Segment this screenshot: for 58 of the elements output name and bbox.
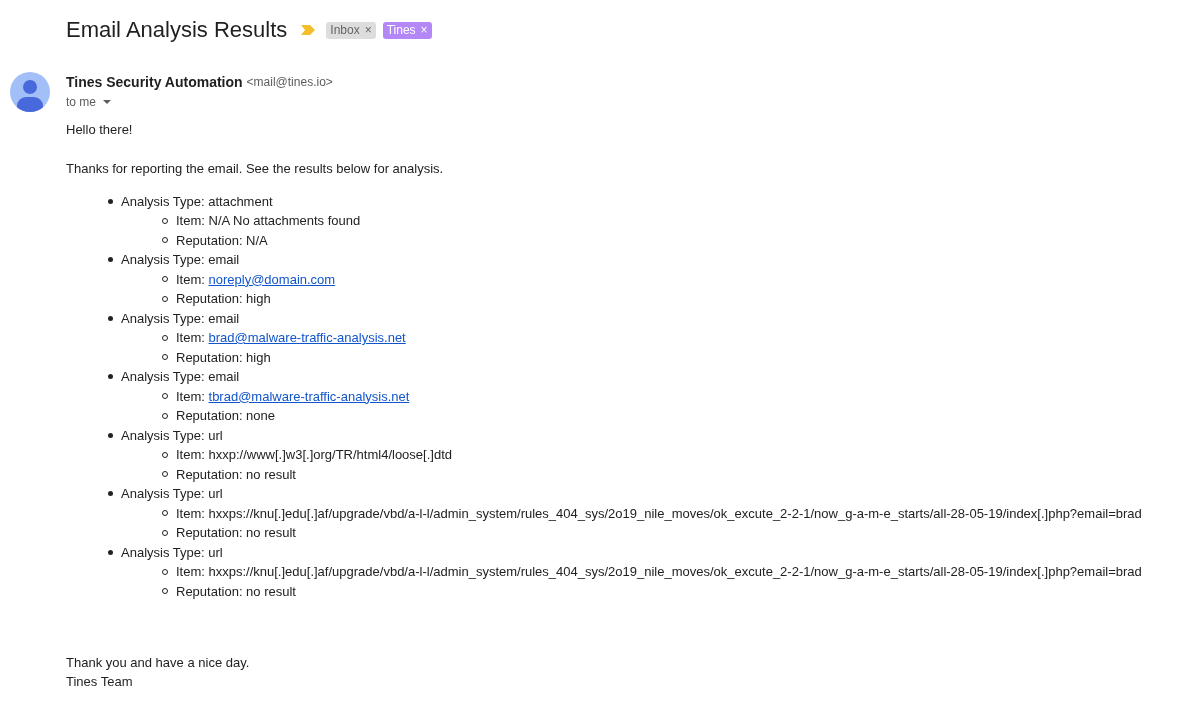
- list-item-text: Analysis Type: url: [121, 426, 223, 445]
- list-item-text: Item: noreply@domain.com: [176, 270, 336, 289]
- list-item-text: Reputation: no result: [176, 465, 296, 484]
- bullet-icon: [108, 198, 113, 204]
- list-item-text: Analysis Type: email: [121, 251, 240, 269]
- list-item-text: Analysis Type: url: [121, 485, 223, 503]
- ring-bullet-icon: [162, 295, 168, 302]
- label-text: Tines: [386, 21, 416, 39]
- email-link[interactable]: brad@malware-traffic-analysis.net: [208, 330, 406, 345]
- ring-bullet-icon: [162, 451, 168, 458]
- email-link[interactable]: noreply@domain.com: [208, 271, 336, 287]
- ring-bullet-icon: [162, 237, 168, 244]
- list-item-text: Item: hxxps://knu[.]edu[.]af/upgrade/vbd/a-l-l/admin_system/rules_404_sys/2o19_nile_moves/ok_excute_2-2-1/now_g-a-m-e_starts/all-28-05-19/index[.]php?email=brad: [176, 563, 1142, 581]
- bullet-icon: [108, 549, 113, 555]
- ring-bullet-icon: [162, 354, 168, 361]
- ring-bullet-icon: [162, 510, 168, 517]
- ring-bullet-icon: [162, 529, 168, 536]
- list-item-text: Item: brad@malware-traffic-analysis.net: [176, 329, 406, 347]
- list-item-text: Reputation: none: [176, 407, 276, 425]
- list-item-text: Reputation: no result: [176, 524, 296, 542]
- ring-bullet-icon: [162, 334, 168, 341]
- list-item-text: Analysis Type: url: [121, 543, 223, 562]
- list-item-text: Item: hxxps://knu[.]edu[.]af/upgrade/vbd/a-l-l/admin_system/rules_404_sys/2o19_nile_moves/ok_excute_2-2-1/now_g-a-m-e_starts/all-28-05-19/index[.]php?email=brad: [176, 504, 1142, 523]
- bullet-icon: [108, 491, 113, 497]
- list-item-text: Item: N/A No attachments found: [176, 212, 361, 230]
- recipient-text: to me: [66, 94, 96, 111]
- signature-text: Tines Team: [66, 673, 133, 691]
- sender-address: <mail@tines.io>: [246, 74, 333, 91]
- ring-bullet-icon: [162, 393, 168, 400]
- greeting-text: Hello there!: [66, 121, 133, 139]
- list-item-text: Reputation: high: [176, 348, 271, 367]
- list-item-text: Reputation: N/A: [176, 231, 268, 250]
- list-item-text: Item: hxxp://www[.]w3[.]org/TR/html4/loose[.]dtd: [176, 446, 452, 464]
- ring-bullet-icon: [162, 217, 168, 224]
- intro-text: Thanks for reporting the email. See the results below for analysis.: [66, 160, 444, 178]
- ring-bullet-icon: [162, 568, 168, 575]
- list-item-text: Reputation: no result: [176, 582, 296, 601]
- ring-bullet-icon: [162, 588, 168, 595]
- list-item-text: Reputation: high: [176, 290, 271, 308]
- email-subject: Email Analysis Results: [66, 16, 288, 44]
- remove-label-button[interactable]: ×: [364, 21, 372, 39]
- closing-text: Thank you and have a nice day.: [66, 653, 250, 672]
- ring-bullet-icon: [162, 276, 168, 283]
- list-item-text: Item: tbrad@malware-traffic-analysis.net: [176, 387, 410, 406]
- email-link[interactable]: tbrad@malware-traffic-analysis.net: [208, 388, 410, 404]
- list-item-text: Analysis Type: attachment: [121, 192, 273, 211]
- bullet-icon: [108, 315, 113, 321]
- bullet-icon: [108, 432, 113, 438]
- avatar-icon: [10, 72, 50, 112]
- list-item-text: Analysis Type: email: [121, 368, 240, 386]
- ring-bullet-icon: [162, 412, 168, 419]
- sender-name: Tines Security Automation: [66, 72, 243, 92]
- caret-icon[interactable]: [103, 100, 111, 104]
- ring-bullet-icon: [162, 471, 168, 478]
- bullet-icon: [108, 257, 113, 263]
- label-text: Inbox: [330, 21, 360, 39]
- bullet-icon: [108, 374, 113, 380]
- list-item-text: Analysis Type: email: [121, 309, 240, 328]
